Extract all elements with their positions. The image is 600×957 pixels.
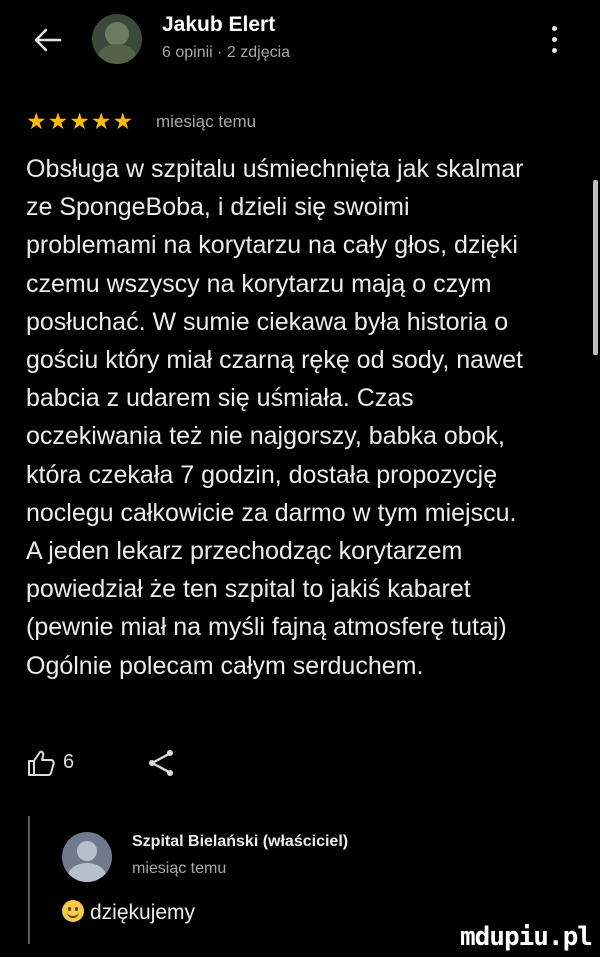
owner-reply-time: miesiąc temu	[132, 860, 227, 877]
owner-reply-message: dziękujemy	[90, 901, 196, 924]
reviewer-name[interactable]: Jakub Elert	[162, 13, 275, 37]
review-line: problemami na korytarzu na cały głos, dz…	[26, 231, 518, 260]
scrollbar[interactable]	[593, 180, 598, 355]
review-text: Obsługa w szpitalu uśmiechnięta jak skal…	[26, 150, 571, 685]
star-rating: ★★★★★	[26, 108, 135, 134]
owner-name: Szpital Bielański (właściciel)	[132, 833, 349, 850]
review-line: Obsługa w szpitalu uśmiechnięta jak skal…	[26, 155, 524, 183]
review-line: powiedział że ten szpital to jakiś kabar…	[26, 575, 471, 604]
rating-row: ★★★★★ miesiąc temu	[26, 108, 256, 134]
avatar-head	[105, 22, 129, 46]
share-icon[interactable]	[146, 748, 176, 778]
review-line: oczekiwania też nie najgorszy, babka obo…	[26, 422, 505, 451]
review-line: czemu wszyscy na korytarzu mają o czym	[26, 269, 492, 298]
review-line: gościu który miał czarną rękę od sody, n…	[26, 346, 523, 375]
smiley-icon	[62, 900, 84, 922]
owner-avatar	[62, 832, 112, 882]
more-vert-icon[interactable]	[548, 26, 560, 60]
review-line: babcia z udarem się uśmiała. Czas	[26, 384, 414, 413]
review-line: A jeden lekarz przechodząc korytarzem	[26, 537, 463, 566]
review-line: która czekała 7 godzin, dostała propozyc…	[26, 460, 498, 489]
review-time: miesiąc temu	[156, 112, 257, 131]
review-line: Ogólnie polecam całym serduchem.	[26, 651, 424, 680]
review-line: ze SpongeBoba, i dzieli się swoimi	[26, 193, 410, 222]
thumb-up-icon[interactable]	[26, 748, 56, 778]
reviewer-meta: 6 opinii · 2 zdjęcia	[162, 44, 291, 61]
watermark: mdupiu.pl	[452, 918, 600, 957]
review-line: posłuchać. W sumie ciekawa była historia…	[26, 307, 509, 336]
owner-reply-text: dziękujemy	[62, 900, 195, 925]
watermark-text: mdupiu.pl	[460, 922, 593, 952]
reply-divider	[28, 816, 30, 944]
app-header: Jakub Elert 6 opinii · 2 zdjęcia	[0, 0, 600, 80]
review-line: noclegu całkowicie za darmo w tym miejsc…	[26, 498, 517, 527]
review-line: (pewnie miał na myśli fajną atmosferę tu…	[26, 613, 507, 642]
arrow-left-icon[interactable]	[28, 20, 68, 60]
reviewer-avatar[interactable]	[92, 14, 142, 64]
like-count: 6	[63, 751, 75, 773]
avatar-body	[98, 44, 136, 64]
